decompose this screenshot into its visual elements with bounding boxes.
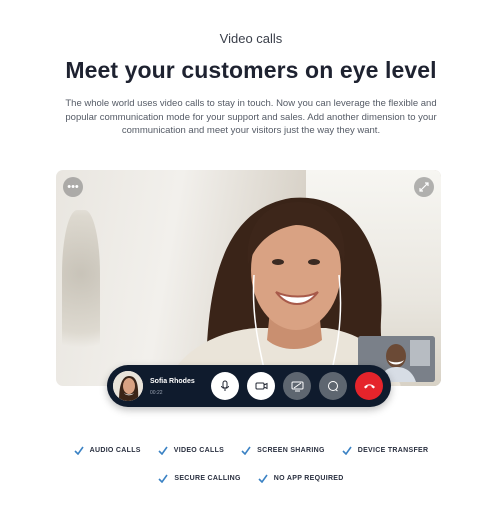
feature-label: NO APP REQUIRED	[273, 475, 344, 482]
page-title: Meet your customers on eye level	[65, 57, 437, 83]
caller-name: Sofia Rhodes	[150, 378, 195, 385]
feature-label: VIDEO CALLS	[173, 447, 225, 454]
features-row-2: SECURE CALLING NO APP REQUIRED	[0, 474, 502, 483]
feature-secure-calling: SECURE CALLING	[158, 474, 240, 483]
expand-icon[interactable]	[414, 177, 434, 197]
feature-label: SCREEN SHARING	[257, 447, 325, 454]
avatar	[113, 371, 143, 401]
intro-paragraph: The whole world uses video calls to stay…	[65, 98, 437, 136]
chat-bubble-icon	[328, 381, 338, 392]
feature-video-calls: VIDEO CALLS	[158, 446, 224, 455]
microphone-button[interactable]	[211, 372, 239, 400]
more-dots-icon[interactable]: •••	[63, 177, 83, 197]
camera-button[interactable]	[247, 372, 275, 400]
check-icon	[158, 474, 168, 483]
screen-share-icon	[291, 381, 303, 392]
microphone-icon	[221, 380, 229, 391]
check-icon	[74, 446, 84, 455]
call-duration: 00:22	[150, 390, 163, 396]
video-camera-icon	[255, 382, 267, 390]
screen-share-button[interactable]	[283, 372, 311, 400]
feature-screen-sharing: SCREEN SHARING	[241, 446, 325, 455]
check-icon	[158, 446, 168, 455]
phone-hangup-icon	[363, 384, 375, 389]
feature-device-transfer: DEVICE TRANSFER	[342, 446, 429, 455]
feature-audio-calls: AUDIO CALLS	[74, 446, 141, 455]
chat-button[interactable]	[319, 372, 347, 400]
check-icon	[342, 446, 352, 455]
hang-up-button[interactable]	[355, 372, 383, 400]
feature-no-app-required: NO APP REQUIRED	[258, 474, 344, 483]
video-call-preview: •••	[56, 170, 441, 386]
features-row-1: AUDIO CALLS VIDEO CALLS SCREEN SHARING D…	[0, 446, 502, 455]
feature-label: DEVICE TRANSFER	[357, 447, 429, 454]
call-control-bar: Sofia Rhodes 00:22	[107, 365, 391, 407]
video-calls-eyebrow: Video calls	[219, 31, 283, 46]
feature-label: SECURE CALLING	[174, 475, 241, 482]
check-icon	[258, 474, 268, 483]
feature-label: AUDIO CALLS	[89, 447, 141, 454]
check-icon	[241, 446, 251, 455]
